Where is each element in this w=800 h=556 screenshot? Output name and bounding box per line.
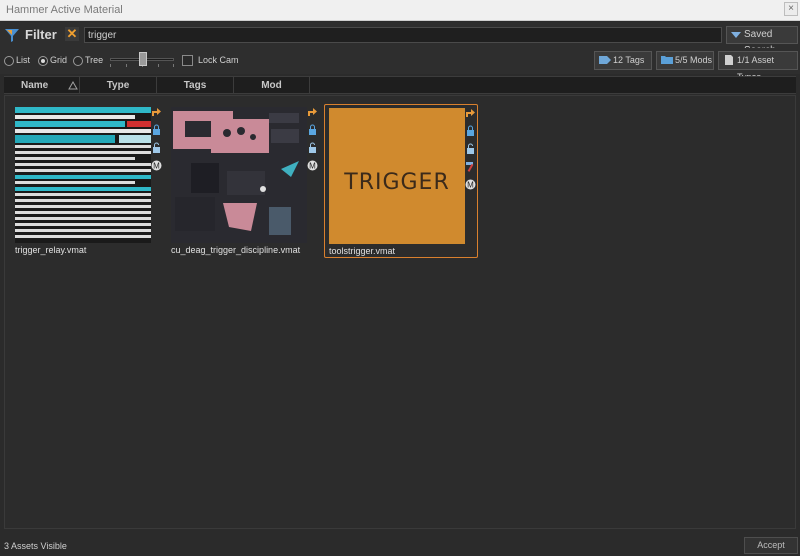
tags-filter-label: 12 Tags <box>613 55 645 65</box>
slider-handle[interactable] <box>139 52 147 66</box>
lock-cam-label: Lock Cam <box>198 55 239 65</box>
asset-badges: M <box>307 106 319 178</box>
grid-mode-radio[interactable] <box>38 56 48 66</box>
sort-ascending-icon <box>68 81 78 90</box>
dropdown-arrow-icon <box>731 32 741 38</box>
column-name[interactable]: Name <box>4 77 80 94</box>
material-icon: M <box>151 160 162 171</box>
asset-name: cu_deag_trigger_discipline.vmat <box>171 245 301 255</box>
window-titlebar: Hammer Active Material × <box>0 0 800 21</box>
svg-text:M: M <box>309 162 316 171</box>
saved-search-button[interactable]: Saved Search <box>726 26 798 56</box>
clear-filter-button[interactable]: ✕ <box>65 27 79 41</box>
tag-icon <box>599 56 611 64</box>
tags-filter-button[interactable]: 12 Tags <box>594 51 652 70</box>
asset-name: toolstrigger.vmat <box>329 246 396 256</box>
asset-grid: M trigger_relay.vmat M cu_deag_trigger_d… <box>4 95 796 529</box>
column-type[interactable]: Type <box>80 77 157 94</box>
hammer-icon <box>466 162 474 172</box>
mods-filter-button[interactable]: 5/5 Mods <box>656 51 714 70</box>
assets-visible-count: 3 Assets Visible <box>4 541 67 551</box>
column-header: Name Type Tags Mod <box>4 76 796 94</box>
asset-badges: M <box>151 106 163 178</box>
asset-name: trigger_relay.vmat <box>15 245 87 255</box>
thumbnail-text: TRIGGER <box>344 170 450 195</box>
folder-icon <box>661 56 673 64</box>
material-icon: M <box>465 179 476 190</box>
lock-open-icon <box>309 142 316 153</box>
close-window-button[interactable]: × <box>784 2 798 16</box>
grid-mode-label: Grid <box>50 55 68 65</box>
search-input[interactable] <box>84 27 722 43</box>
asset-thumbnail <box>15 107 151 243</box>
window-title: Hammer Active Material <box>6 4 123 16</box>
tree-mode-radio[interactable] <box>73 56 83 66</box>
filter-icon <box>5 29 19 42</box>
view-options-bar: List Grid Tree Lock Cam 12 Tags 5/5 Mods… <box>0 48 800 82</box>
list-mode-label: List <box>16 55 31 65</box>
svg-text:M: M <box>153 162 160 171</box>
lock-icon <box>467 125 474 136</box>
column-mod[interactable]: Mod <box>234 77 310 94</box>
edit-arrow-icon <box>152 108 161 116</box>
status-bar: 3 Assets Visible Accept <box>0 534 800 556</box>
tree-mode-label: Tree <box>85 55 104 65</box>
asset-tile-selected[interactable]: TRIGGER M toolstrigger.vmat <box>324 104 478 258</box>
document-icon <box>725 55 733 65</box>
accept-button[interactable]: Accept <box>744 537 798 554</box>
filter-bar: Filter ✕ Saved Search <box>0 22 800 56</box>
asset-badges: M <box>465 107 477 197</box>
asset-tile[interactable]: M cu_deag_trigger_discipline.vmat <box>167 104 321 258</box>
lock-icon <box>309 124 316 135</box>
lock-open-icon <box>153 142 160 153</box>
asset-tile[interactable]: M trigger_relay.vmat <box>11 104 165 258</box>
column-name-label: Name <box>21 80 49 91</box>
filter-label: Filter <box>25 27 57 42</box>
lock-cam-checkbox[interactable] <box>182 55 193 66</box>
asset-thumbnail: TRIGGER <box>329 108 465 244</box>
asset-types-filter-button[interactable]: 1/1 Asset Types <box>718 51 798 82</box>
lock-open-icon <box>467 143 474 154</box>
list-mode-radio[interactable] <box>4 56 14 66</box>
mods-filter-label: 5/5 Mods <box>675 55 713 65</box>
column-tags[interactable]: Tags <box>157 77 234 94</box>
asset-thumbnail <box>171 107 307 243</box>
svg-text:M: M <box>467 181 474 190</box>
edit-arrow-icon <box>466 109 475 117</box>
edit-arrow-icon <box>308 108 317 116</box>
lock-icon <box>153 124 160 135</box>
material-icon: M <box>307 160 318 171</box>
